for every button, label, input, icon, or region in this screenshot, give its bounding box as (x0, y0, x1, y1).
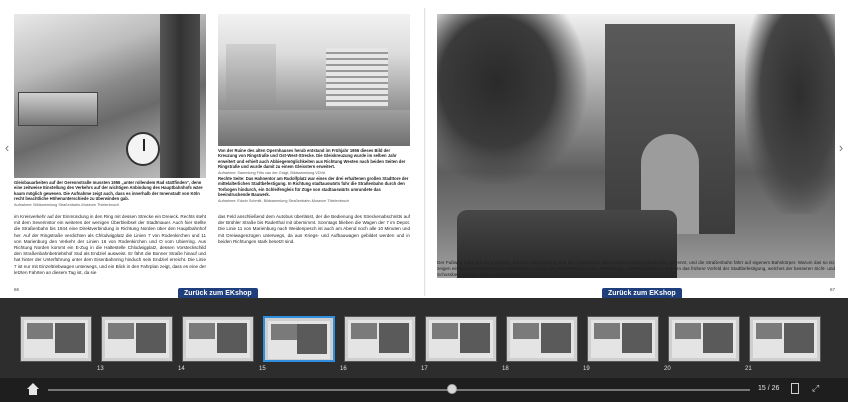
body-text-col1: im Kreisverkehr auf der Einmündung in de… (14, 214, 206, 275)
fullscreen-icon[interactable]: ⤢ (812, 383, 822, 393)
thumbnail-number: 19 (583, 366, 590, 372)
photo-ringstrasse (218, 14, 410, 146)
body-text-right: Der Fußweg führt den Ring entlang, auf d… (437, 260, 835, 278)
thumbnail[interactable] (263, 316, 335, 362)
page-number-left: 66 (14, 287, 20, 292)
thumbnail-strip: 13 14 15 16 17 18 19 20 21 (0, 298, 848, 378)
page-slider[interactable] (48, 389, 750, 391)
thumbnail[interactable] (344, 316, 416, 362)
photo-hahnentor (437, 14, 835, 278)
thumbnail[interactable] (425, 316, 497, 362)
credit-a: Aufnahme: Bildsammlung Straßenbahn-Museu… (14, 202, 120, 207)
thumbnail-number: 15 (259, 366, 266, 372)
thumbnail-number: 14 (178, 366, 185, 372)
thumbnail-number: 17 (421, 366, 428, 372)
thumbnail-number: 13 (97, 366, 104, 372)
caption-right-photo: Rechte Seite: Das Hahnentor am Rudolfpla… (218, 176, 409, 203)
thumbnail[interactable] (506, 316, 578, 362)
single-page-icon[interactable] (791, 383, 799, 394)
thumbnail[interactable] (587, 316, 659, 362)
thumbnail[interactable] (749, 316, 821, 362)
page-spread: ‹ › Gleisbauarbeiten auf der Gereonstraß… (0, 0, 848, 299)
flipbook-viewer: ‹ › Gleisbauarbeiten auf der Gereonstraß… (0, 0, 848, 402)
thumbnail-number: 16 (340, 366, 347, 372)
caption-photo-a: Gleisbauarbeiten auf der Gereonstraße mu… (14, 180, 203, 207)
slider-handle[interactable] (446, 384, 457, 394)
control-bar: 15 / 26 ⤢ (0, 378, 848, 402)
thumbnail-list: 13 14 15 16 17 18 19 20 21 (20, 310, 828, 374)
thumbnail-number: 18 (502, 366, 509, 372)
caption-photo-b: Von der Ruine des alten Opernhauses hera… (218, 148, 406, 175)
chevron-left-icon[interactable]: ‹ (2, 140, 12, 156)
thumbnail[interactable] (182, 316, 254, 362)
credit-b: Aufnahme: Sammlung Frits van der Gragt, … (218, 170, 326, 175)
chevron-right-icon[interactable]: › (836, 140, 846, 156)
left-page[interactable]: Gleisbauarbeiten auf der Gereonstraße mu… (12, 8, 412, 296)
thumbnail-number: 21 (745, 366, 752, 372)
credit-c: Aufnahme: Edwin Schmitt, Bildsammlung St… (218, 198, 350, 203)
thumbnail-number: 20 (664, 366, 671, 372)
body-text-col2: das Feld anschließend dem Autobus überlä… (218, 214, 410, 244)
page-counter: 15 / 26 (758, 385, 780, 392)
right-page[interactable]: Der Fußweg führt den Ring entlang, auf d… (437, 8, 837, 296)
thumbnail[interactable] (20, 316, 92, 362)
clock-icon (126, 132, 160, 166)
page-gutter (424, 8, 426, 296)
photo-gereonstrasse (14, 14, 206, 178)
thumbnail[interactable] (668, 316, 740, 362)
page-number-right: 67 (829, 287, 835, 292)
thumbnail[interactable] (101, 316, 173, 362)
home-icon[interactable] (26, 383, 40, 395)
